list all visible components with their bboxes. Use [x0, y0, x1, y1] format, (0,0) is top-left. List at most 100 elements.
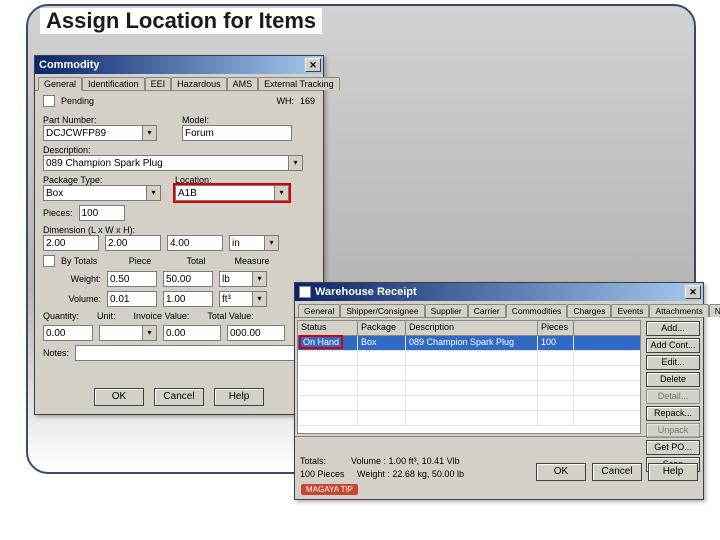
total-col-label: Total	[171, 256, 221, 266]
volume-piece-input[interactable]	[107, 291, 157, 307]
get-po-button[interactable]: Get PO...	[646, 440, 700, 455]
pending-label: Pending	[61, 96, 94, 106]
tab-external-tracking[interactable]: External Tracking	[258, 77, 340, 90]
qty-input[interactable]	[43, 325, 93, 341]
repack-button[interactable]: Repack...	[646, 406, 700, 421]
help-button[interactable]: Help	[214, 388, 264, 406]
tab-ams[interactable]: AMS	[227, 77, 259, 90]
invval-label: Invoice Value:	[134, 311, 190, 321]
table-row[interactable]: On Hand Box 089 Champion Spark Plug 100	[298, 336, 640, 351]
tab-hazardous[interactable]: Hazardous	[171, 77, 227, 90]
cancel-button[interactable]: Cancel	[592, 463, 642, 481]
unit-select[interactable]	[99, 325, 143, 341]
volume-unit-select[interactable]	[219, 291, 253, 307]
chevron-down-icon[interactable]: ▾	[253, 291, 267, 307]
close-icon[interactable]: ✕	[685, 285, 701, 299]
model-label: Model:	[182, 115, 315, 125]
tab-wh-shipper[interactable]: Shipper/Consignee	[340, 304, 424, 317]
warehouse-footer: Totals: Volume : 1.00 ft³, 10.41 Vlb 100…	[295, 436, 703, 484]
notes-input[interactable]	[75, 345, 315, 361]
tab-wh-carrier[interactable]: Carrier	[468, 304, 506, 317]
pkgtype-label: Package Type:	[43, 175, 161, 185]
partnum-input[interactable]	[43, 125, 143, 141]
delete-button[interactable]: Delete	[646, 372, 700, 387]
pkgtype-select[interactable]	[43, 185, 147, 201]
ok-button[interactable]: OK	[94, 388, 144, 406]
help-button[interactable]: Help	[648, 463, 698, 481]
warehouse-tabs: General Shipper/Consignee Supplier Carri…	[295, 301, 703, 318]
chevron-down-icon[interactable]: ▾	[143, 125, 157, 141]
detail-button[interactable]: Detail...	[646, 389, 700, 404]
dim-l-input[interactable]	[43, 235, 99, 251]
volume-total-input[interactable]	[163, 291, 213, 307]
page-title: Assign Location for Items	[40, 8, 322, 34]
desc-input[interactable]	[43, 155, 289, 171]
add-button[interactable]: Add...	[646, 321, 700, 336]
weight-piece-input[interactable]	[107, 271, 157, 287]
location-label: Location:	[175, 175, 289, 185]
commodity-titlebar[interactable]: Commodity ✕	[35, 56, 323, 74]
totval-input[interactable]	[227, 325, 285, 341]
chevron-down-icon[interactable]: ▾	[253, 271, 267, 287]
row-status: On Hand	[301, 337, 341, 347]
tab-wh-events[interactable]: Events	[611, 304, 649, 317]
dim-unit-select[interactable]	[229, 235, 265, 251]
invval-input[interactable]	[163, 325, 221, 341]
pieces-line: 100 Pieces	[300, 469, 345, 479]
pieces-input[interactable]	[79, 205, 125, 221]
add-cont-button[interactable]: Add Cont...	[646, 338, 700, 353]
tab-general[interactable]: General	[38, 77, 82, 91]
table-row[interactable]	[298, 381, 640, 396]
warehouse-grid-area: Status Package Description Pieces On Han…	[295, 318, 703, 436]
weight-unit-select[interactable]	[219, 271, 253, 287]
close-icon[interactable]: ✕	[305, 58, 321, 72]
side-buttons: Add... Add Cont... Edit... Delete Detail…	[643, 318, 703, 436]
tab-eei[interactable]: EEI	[145, 77, 172, 90]
commodities-grid[interactable]: Status Package Description Pieces On Han…	[297, 320, 641, 434]
bytotals-checkbox[interactable]	[43, 255, 55, 267]
totval-label: Total Value:	[207, 311, 253, 321]
edit-button[interactable]: Edit...	[646, 355, 700, 370]
magaya-tip-badge[interactable]: MAGAYA TIP	[301, 484, 358, 495]
dim-h-input[interactable]	[167, 235, 223, 251]
qty-label: Quantity:	[43, 311, 79, 321]
ok-button[interactable]: OK	[536, 463, 586, 481]
row-pieces: 100	[538, 336, 574, 350]
tab-identification[interactable]: Identification	[82, 77, 145, 90]
col-package[interactable]: Package	[358, 321, 406, 335]
weight-total-input[interactable]	[163, 271, 213, 287]
tab-wh-general[interactable]: General	[298, 304, 340, 317]
tab-wh-charges[interactable]: Charges	[567, 304, 611, 317]
chevron-down-icon[interactable]: ▾	[265, 235, 279, 251]
chevron-down-icon[interactable]: ▾	[143, 325, 157, 341]
col-status[interactable]: Status	[298, 321, 358, 335]
weight-label: Weight:	[43, 274, 101, 284]
model-input[interactable]	[182, 125, 292, 141]
pending-checkbox[interactable]	[43, 95, 55, 107]
col-pieces[interactable]: Pieces	[538, 321, 574, 335]
warehouse-titlebar[interactable]: Warehouse Receipt ✕	[295, 283, 703, 301]
location-select[interactable]	[175, 185, 275, 201]
tab-wh-commodities[interactable]: Commodities	[506, 304, 568, 318]
tab-wh-note[interactable]: Note	[709, 304, 720, 317]
tab-wh-supplier[interactable]: Supplier	[425, 304, 468, 317]
table-row[interactable]	[298, 351, 640, 366]
tab-wh-attachments[interactable]: Attachments	[649, 304, 708, 317]
cancel-button[interactable]: Cancel	[154, 388, 204, 406]
chevron-down-icon[interactable]: ▾	[275, 185, 289, 201]
table-row[interactable]	[298, 366, 640, 381]
table-row[interactable]	[298, 396, 640, 411]
notes-label: Notes:	[43, 348, 69, 358]
commodity-tabs: General Identification EEI Hazardous AMS…	[35, 74, 323, 91]
dim-w-input[interactable]	[105, 235, 161, 251]
table-row[interactable]	[298, 411, 640, 426]
col-description[interactable]: Description	[406, 321, 538, 335]
partnum-label: Part Number:	[43, 115, 176, 125]
wh-label: WH:	[276, 96, 294, 106]
weight-line: Weight : 22.68 kg, 50.00 lb	[357, 469, 464, 479]
chevron-down-icon[interactable]: ▾	[147, 185, 161, 201]
totals-label: Totals:	[300, 456, 326, 466]
location-select-highlight: ▾	[175, 185, 289, 201]
unpack-button[interactable]: Unpack	[646, 423, 700, 438]
chevron-down-icon[interactable]: ▾	[289, 155, 303, 171]
